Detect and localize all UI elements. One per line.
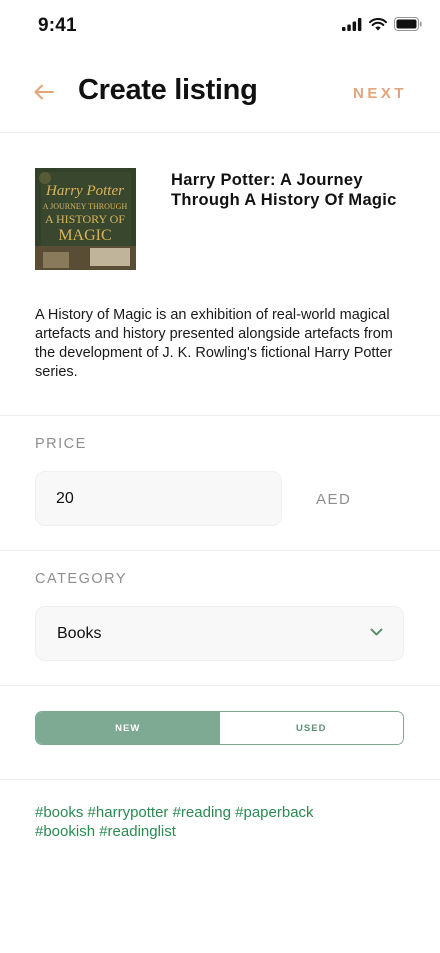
hashtag[interactable]: #paperback — [235, 804, 313, 821]
chevron-down-icon — [370, 628, 383, 636]
header-divider — [0, 132, 440, 133]
book-divider — [0, 415, 440, 416]
currency-label: AED — [316, 491, 352, 508]
status-icons — [342, 17, 422, 31]
next-button[interactable]: NEXT — [353, 85, 407, 102]
category-label: CATEGORY — [35, 571, 128, 587]
book-description: A History of Magic is an exhibition of r… — [35, 307, 393, 380]
book-title: Harry Potter: A Journey Through A Histor… — [171, 171, 397, 209]
hashtag[interactable]: #bookish — [35, 823, 95, 840]
price-divider — [0, 550, 440, 551]
hashtag-list: #books #harrypotter #reading #paperback … — [35, 803, 395, 841]
category-value: Books — [57, 624, 102, 642]
condition-new-option[interactable]: NEW — [36, 712, 220, 744]
category-dropdown[interactable]: Books — [35, 606, 404, 661]
hashtag[interactable]: #readinglist — [99, 823, 176, 840]
cover-magic-text: MAGIC — [58, 227, 111, 244]
condition-divider — [0, 779, 440, 780]
price-input[interactable]: 20 — [35, 471, 282, 526]
cellular-signal-icon — [342, 17, 362, 31]
back-button[interactable] — [30, 78, 58, 106]
price-label: PRICE — [35, 436, 87, 452]
back-arrow-icon — [34, 84, 54, 100]
category-divider — [0, 685, 440, 686]
hashtag[interactable]: #reading — [173, 804, 231, 821]
nav-bar: Create listing NEXT — [0, 64, 440, 124]
cover-history-text: A HISTORY OF — [45, 212, 125, 226]
condition-used-option[interactable]: USED — [219, 712, 403, 744]
book-cover-image: Harry Potter A JOURNEY THROUGH A HISTORY… — [35, 168, 136, 270]
condition-toggle: NEW USED — [35, 711, 404, 745]
hashtag[interactable]: #harrypotter — [88, 804, 169, 821]
book-cover-art: Harry Potter A JOURNEY THROUGH A HISTORY… — [35, 168, 136, 270]
status-bar: 9:41 — [0, 0, 440, 54]
status-time: 9:41 — [38, 15, 77, 36]
hashtag[interactable]: #books — [35, 804, 83, 821]
page-title: Create listing — [78, 74, 258, 106]
wifi-icon — [369, 17, 387, 30]
cover-title-text: Harry Potter — [45, 183, 124, 199]
cover-subtitle-text: A JOURNEY THROUGH — [43, 202, 128, 211]
battery-icon — [394, 17, 422, 31]
